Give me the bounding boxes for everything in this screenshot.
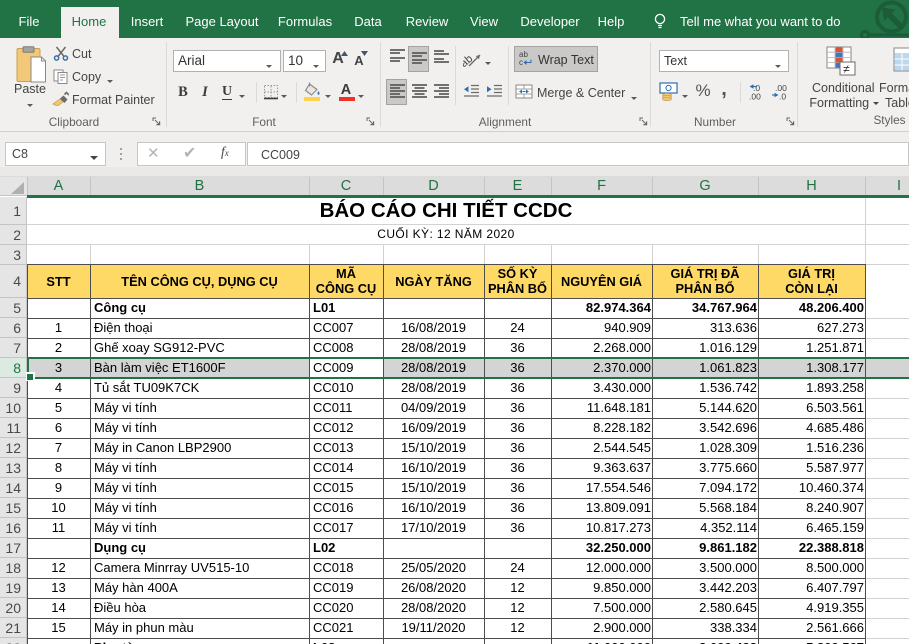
svg-text:c: c [519, 58, 523, 67]
svg-text:.0: .0 [779, 92, 786, 101]
svg-text:≠: ≠ [843, 62, 850, 76]
svg-text:.00: .00 [749, 92, 761, 101]
